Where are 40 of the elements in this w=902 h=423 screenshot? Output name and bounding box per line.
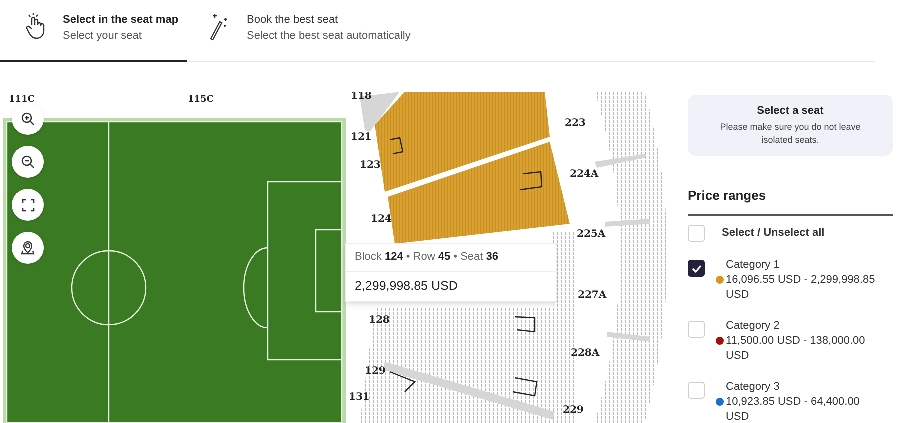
seat-price: 2,299,998.85 USD	[355, 278, 458, 296]
tab[interactable]: Select in the seat map Select your seat	[0, 0, 187, 62]
select-all-label: Select / Unselect all	[722, 226, 825, 242]
zoom-in-button[interactable]	[12, 103, 44, 135]
tab-title: Select in the seat map	[63, 13, 179, 28]
block-label: 223	[565, 119, 586, 129]
block-label: 111C	[8, 94, 36, 106]
block-label: 229	[563, 406, 584, 416]
block-label: 131	[349, 393, 370, 403]
price-range: 10,923.85 USD - 64,400.00 USD	[726, 395, 861, 423]
block-label: 115C	[187, 94, 215, 106]
block-label: 224A	[570, 170, 599, 180]
block-label: 123	[360, 161, 381, 171]
price-range: 16,096.55 USD - 2,299,998.85 USD	[726, 273, 876, 303]
info-title: Select a seat	[757, 104, 824, 118]
map-pin-icon	[21, 241, 35, 255]
block-label: 121	[351, 133, 372, 143]
category-name: Category 2	[726, 319, 781, 334]
info-message: Please make sure you do not leave isolated seats.	[719, 121, 862, 147]
section-title: Price ranges	[688, 188, 766, 203]
pointing-hand-icon	[25, 12, 47, 42]
category-name: Category 1	[726, 258, 781, 273]
checkbox[interactable]	[688, 260, 705, 277]
block-label: 227A	[578, 291, 607, 301]
block-label: 228A	[571, 349, 600, 359]
zoom-in-icon	[21, 112, 35, 126]
tab-subtitle: Select your seat	[63, 29, 143, 44]
block-label: 225A	[577, 230, 606, 240]
zoom-out-icon	[21, 155, 35, 169]
tab-title: Book the best seat	[247, 13, 340, 28]
block-label: 129	[365, 367, 386, 377]
price-range: 11,500.00 USD - 138,000.00 USD	[726, 334, 866, 364]
tab-subtitle: Select the best seat automatically	[247, 29, 411, 44]
block-label: 124	[371, 215, 392, 225]
tab[interactable]: Book the best seat Select the best seat automatically	[187, 0, 411, 62]
category-name: Category 3	[726, 380, 781, 395]
checkmark-icon	[692, 264, 702, 272]
seat-details: Block 124 • Row 45 • Seat 36	[355, 250, 499, 266]
block-label: 128	[369, 316, 390, 326]
fullscreen-icon	[22, 198, 34, 212]
